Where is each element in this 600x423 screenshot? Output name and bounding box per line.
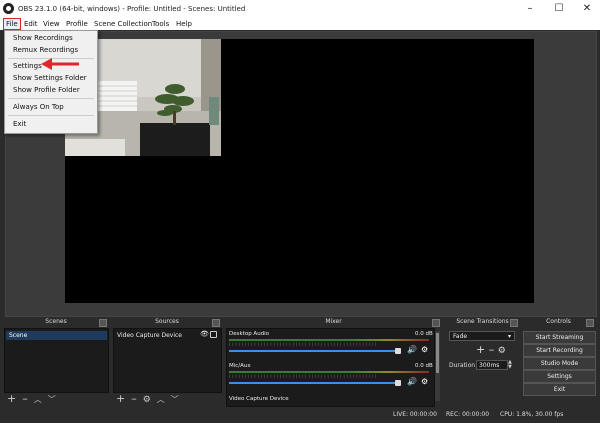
menu-item-show-recordings[interactable]: Show Recordings	[13, 34, 73, 42]
sources-list: Video Capture Device 👁	[113, 328, 222, 393]
menu-scene-collection[interactable]: Scene Collection	[92, 19, 154, 29]
menu-item-exit[interactable]: Exit	[13, 120, 26, 128]
dock-close-icon[interactable]	[586, 319, 594, 327]
mixer-channel-db: 0.0 dB	[415, 331, 433, 337]
menu-help[interactable]: Help	[174, 19, 194, 29]
move-up-icon[interactable]: ︿	[34, 395, 42, 404]
settings-button[interactable]: Settings	[523, 370, 596, 383]
start-recording-button[interactable]: Start Recording	[523, 344, 596, 357]
red-arrow-icon	[41, 58, 79, 70]
studio-mode-button[interactable]: Studio Mode	[523, 357, 596, 370]
add-scene-icon[interactable]: +	[7, 392, 16, 405]
scene-transitions-dock-title: Scene Transitions	[445, 317, 520, 327]
rec-status: REC: 00:00:00	[446, 411, 490, 418]
menu-view[interactable]: View	[41, 19, 62, 29]
mixer-channel-name: Desktop Audio	[229, 331, 270, 337]
mixer-dock: Mixer Desktop Audio 0.0 dB |||||||||||||…	[225, 317, 442, 407]
transition-toolbar: + – ⚙	[476, 343, 506, 356]
close-button[interactable]: ✕	[574, 2, 600, 16]
duration-spinner-icon[interactable]: ▲ ▼	[508, 360, 512, 370]
sources-dock-title: Sources	[112, 317, 222, 327]
duration-input[interactable]: 300ms	[476, 360, 508, 370]
menu-item-show-settings-folder[interactable]: Show Settings Folder	[13, 74, 87, 82]
menu-file[interactable]: File	[3, 18, 21, 30]
mixer-panel: Desktop Audio 0.0 dB |||||||||||||||||||…	[226, 328, 435, 407]
transition-select-value: Fade	[453, 333, 468, 340]
lock-icon[interactable]	[210, 331, 217, 338]
menu-bar: File Edit View Profile Scene Collection …	[0, 18, 600, 30]
remove-scene-icon[interactable]: –	[22, 392, 28, 405]
exit-button[interactable]: Exit	[523, 383, 596, 396]
menu-profile[interactable]: Profile	[64, 19, 90, 29]
meter-scale: ||||||||||||||||||||||||||||||||||||||||…	[229, 374, 379, 378]
add-source-icon[interactable]: +	[116, 392, 125, 405]
move-down-icon[interactable]: ﹀	[171, 395, 179, 404]
menu-separator	[8, 98, 94, 99]
obs-logo-icon	[3, 3, 14, 14]
sources-dock: Sources Video Capture Device 👁 + – ⚙ ︿ ﹀	[112, 317, 222, 407]
volume-slider-handle[interactable]	[395, 348, 401, 354]
scenes-toolbar: + – ︿ ﹀	[7, 393, 62, 405]
menu-edit[interactable]: Edit	[22, 19, 40, 29]
transition-select[interactable]: Fade ▾	[449, 331, 515, 341]
menu-separator	[8, 115, 94, 116]
scenes-dock-title: Scenes	[3, 317, 109, 327]
volume-slider[interactable]	[229, 350, 397, 352]
duration-label: Duration	[449, 362, 476, 369]
minimize-button[interactable]: –	[517, 2, 543, 16]
audio-meter	[229, 371, 429, 373]
dock-close-icon[interactable]	[99, 319, 107, 327]
title-bar: OBS 23.1.0 (64-bit, windows) - Profile: …	[0, 0, 600, 19]
mixer-channel-db: 0.0 dB	[415, 363, 433, 369]
mixer-channel-name: Video Capture Device	[229, 396, 289, 402]
mixer-channel-name: Mic/Aux	[229, 363, 251, 369]
move-down-icon[interactable]: ﹀	[48, 395, 56, 404]
dock-close-icon[interactable]	[510, 319, 518, 327]
remove-source-icon[interactable]: –	[131, 392, 137, 405]
audio-meter	[229, 339, 429, 341]
scene-list-item[interactable]: Scene	[6, 331, 107, 340]
start-streaming-button[interactable]: Start Streaming	[523, 331, 596, 344]
eye-icon[interactable]: 👁	[200, 330, 209, 338]
speaker-icon[interactable]: 🔊	[407, 345, 417, 354]
file-dropdown-menu: Show Recordings Remux Recordings Setting…	[4, 30, 98, 134]
gear-icon[interactable]: ⚙	[421, 345, 428, 354]
duration-value: 300ms	[479, 362, 500, 369]
live-status: LIVE: 00:00:00	[393, 411, 437, 418]
volume-slider-handle[interactable]	[395, 380, 401, 386]
gear-icon[interactable]: ⚙	[498, 346, 506, 356]
speaker-icon[interactable]: 🔊	[407, 377, 417, 386]
add-transition-icon[interactable]: +	[476, 343, 485, 356]
sources-toolbar: + – ⚙ ︿ ﹀	[116, 392, 185, 406]
meter-scale: ||||||||||||||||||||||||||||||||||||||||…	[229, 342, 379, 346]
move-up-icon[interactable]: ︿	[157, 395, 165, 404]
scenes-list: Scene	[4, 328, 109, 393]
menu-item-remux-recordings[interactable]: Remux Recordings	[13, 46, 78, 54]
mixer-scrollbar[interactable]	[435, 331, 440, 401]
menu-item-always-on-top[interactable]: Always On Top	[13, 103, 64, 111]
chevron-down-icon: ▾	[507, 333, 511, 340]
cpu-status: CPU: 1.8%, 30.00 fps	[500, 411, 564, 418]
remove-transition-icon[interactable]: –	[489, 343, 495, 356]
menu-item-settings[interactable]: Settings	[13, 62, 42, 70]
obs-window: OBS 23.1.0 (64-bit, windows) - Profile: …	[0, 0, 600, 423]
dock-close-icon[interactable]	[212, 319, 220, 327]
status-bar: LIVE: 00:00:00 REC: 00:00:00 CPU: 1.8%, …	[0, 407, 600, 423]
maximize-button[interactable]: ☐	[546, 2, 572, 16]
mixer-dock-title: Mixer	[225, 317, 442, 327]
dock-close-icon[interactable]	[432, 319, 440, 327]
window-title: OBS 23.1.0 (64-bit, windows) - Profile: …	[18, 5, 246, 13]
menu-tools[interactable]: Tools	[150, 19, 171, 29]
scenes-dock: Scenes Scene + – ︿ ﹀	[3, 317, 109, 407]
menu-item-show-profile-folder[interactable]: Show Profile Folder	[13, 86, 80, 94]
controls-dock-title: Controls	[521, 317, 596, 327]
source-list-item[interactable]: Video Capture Device	[117, 331, 182, 340]
volume-slider[interactable]	[229, 382, 397, 384]
gear-icon[interactable]: ⚙	[421, 377, 428, 386]
gear-icon[interactable]: ⚙	[143, 395, 151, 405]
